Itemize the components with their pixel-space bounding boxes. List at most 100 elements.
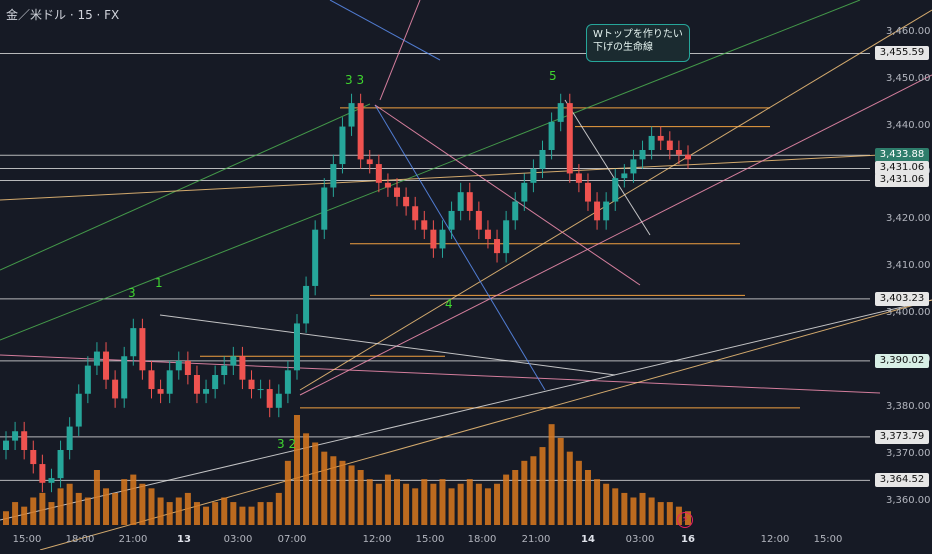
y-tick-label: 3,400.00 [886,307,931,319]
x-tick-label: 21:00 [118,534,148,545]
candle-body [512,201,519,221]
volume-bar [512,470,519,525]
volume-bar [221,497,228,525]
candle-body [239,356,246,380]
y-tick-label: 3,370.00 [886,447,931,459]
y-tick-label: 3,380.00 [886,400,931,412]
candle-body [421,220,428,230]
volume-bar [403,483,410,525]
volume-bar [412,488,419,525]
y-tick-label: 3,360.00 [886,494,931,506]
candle-body [21,431,28,450]
candle-body [130,328,137,357]
volume-bar [366,479,373,525]
candle-body [430,229,437,249]
volume-bar [121,479,128,525]
candle-body [184,360,191,375]
volume-bar [48,502,55,525]
candle-body [275,393,282,408]
candle-body [221,365,228,375]
candle-body [448,210,455,230]
candle-body [175,360,182,371]
volume-bar [530,456,537,525]
candle-body [394,187,401,197]
callout-line1: Wトップを作りたい [593,29,683,40]
candle-body [475,210,482,230]
candle-body [412,206,419,221]
lightning-icon[interactable]: ⚡ [677,512,693,528]
x-tick-label: 16 [681,534,695,545]
candle-body [484,229,491,240]
candle-body [612,178,619,202]
volume-bar [248,506,255,525]
volume-bar [639,492,646,525]
trend-line-13 [379,0,421,101]
candle-body [439,229,446,249]
volume-bar [448,488,455,525]
volume-bar [521,460,528,525]
price-label: 3,390.02 [875,353,929,368]
price-chart[interactable] [0,0,932,551]
volume-bar [339,460,346,525]
candle-body [48,478,55,483]
candle-body [521,182,528,202]
x-tick-label: 13 [177,534,191,545]
y-tick-label: 3,460.00 [886,25,931,37]
volume-bar [139,483,146,525]
candle-body [366,159,373,165]
candle-body [466,192,473,211]
volume-bar [657,502,664,525]
candle-body [339,126,346,165]
candle-body [257,389,264,391]
candle-body [321,187,328,230]
x-tick-label: 15:00 [813,534,843,545]
volume-bar [566,451,573,525]
x-tick-label: 18:00 [467,534,497,545]
volume-bar [75,492,82,525]
candle-body [148,370,155,390]
candle-body [3,440,9,450]
chart-stage[interactable]: 金／米ドル · 15 · FX Wトップを作りたい 下げの生命線 3,360.0… [0,0,932,551]
volume-bar [494,483,501,525]
volume-bar [584,470,591,525]
candle-body [30,450,37,465]
volume-bar [266,502,273,525]
candle-body [666,140,673,150]
candle-body [657,135,664,141]
callout-line2: 下げの生命線 [593,42,653,53]
candle-body [312,229,319,286]
volume-bar [375,483,382,525]
candle-body [594,201,601,221]
volume-bar [3,511,9,525]
volume-bar [312,442,319,525]
volume-bar [394,479,401,525]
volume-bar [575,460,582,525]
volume-bar [621,492,628,525]
volume-bar [594,479,601,525]
volume-bar [184,492,191,525]
trend-line-9 [374,104,546,391]
candle-body [330,164,337,188]
candle-body [630,159,637,174]
volume-bar [239,506,246,525]
y-tick-label: 3,410.00 [886,260,931,272]
candle-body [193,375,200,394]
candle-body [39,464,46,483]
candle-body [230,356,237,366]
candle-body [75,393,82,427]
callout-note: Wトップを作りたい 下げの生命線 [586,24,690,62]
candle-body [648,135,655,150]
y-tick-label: 3,440.00 [886,119,931,131]
price-label: 3,364.52 [875,473,929,488]
volume-bar [130,474,137,525]
candle-body [557,103,564,122]
volume-bar [548,424,555,525]
volume-bar [612,488,619,525]
price-label: 3,403.23 [875,291,929,306]
x-tick-label: 21:00 [521,534,551,545]
candle-body [303,285,310,324]
volume-bar [103,488,110,525]
price-label: 3,431.06 [875,173,929,188]
candle-body [293,323,300,371]
volume-bar [175,497,182,525]
